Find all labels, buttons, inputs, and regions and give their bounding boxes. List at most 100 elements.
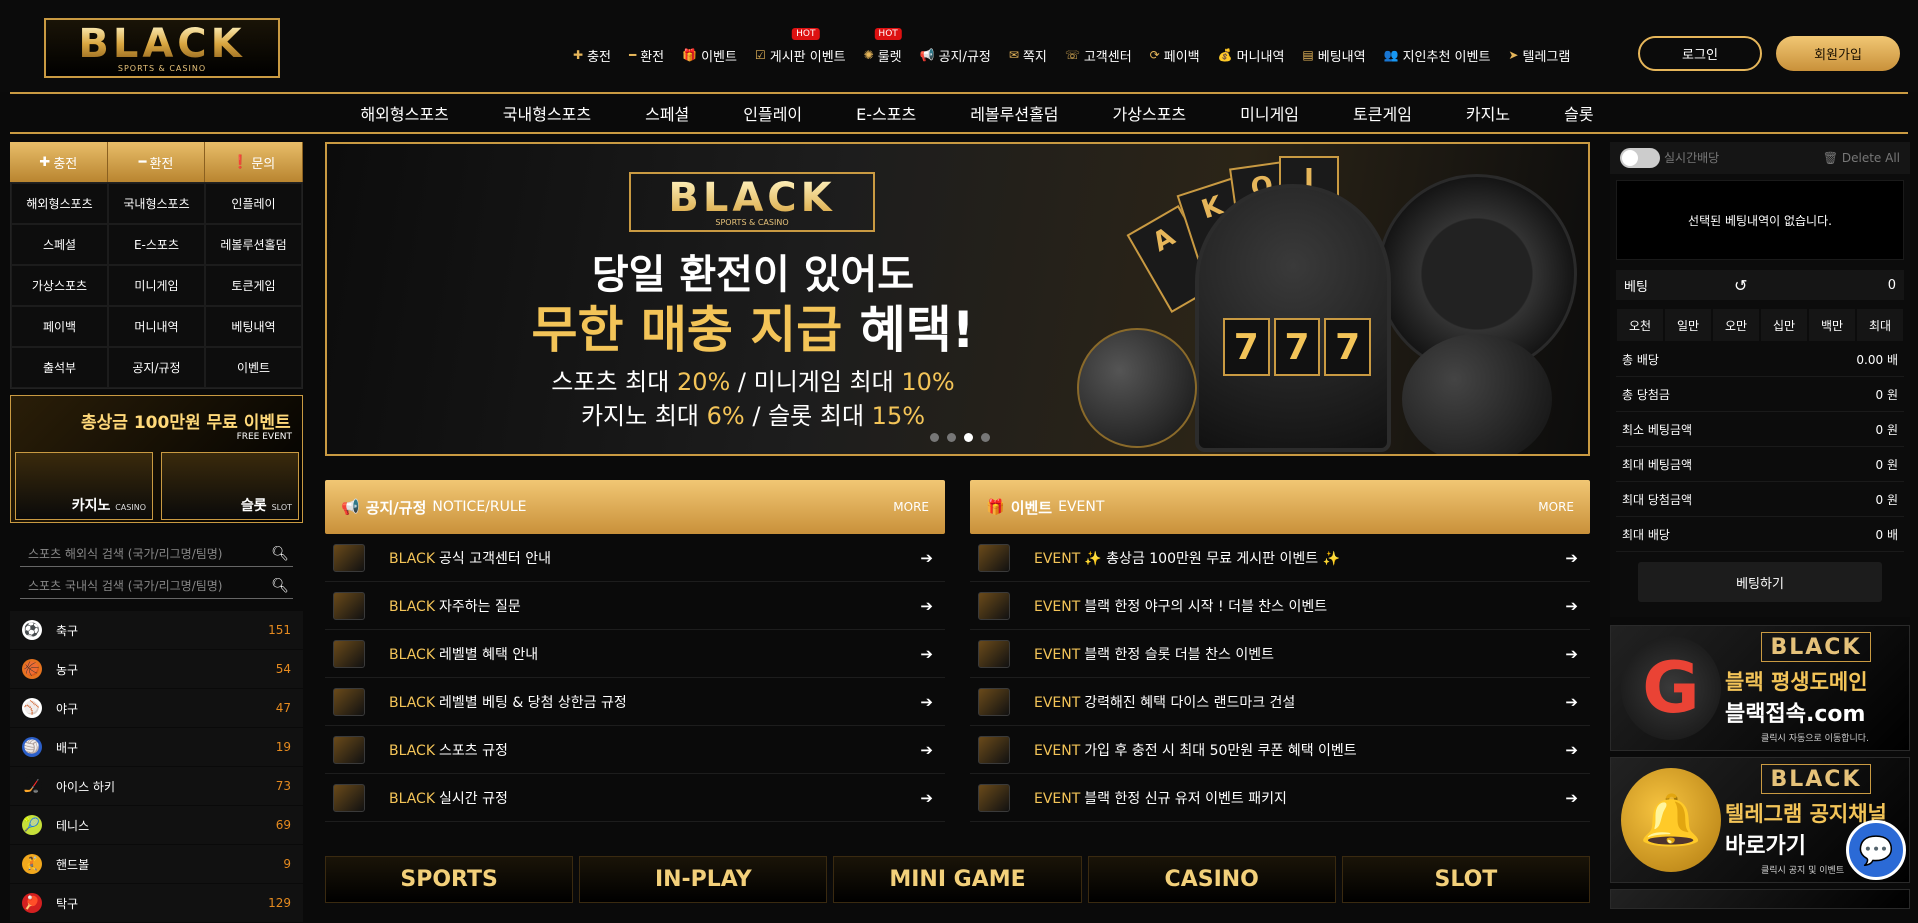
game-category-tile[interactable]: SPORTS (325, 856, 574, 903)
login-button[interactable]: 로그인 (1638, 36, 1762, 71)
sidebar-menu-item[interactable]: 머니내역 (108, 306, 205, 347)
main-nav-item[interactable]: 슬롯 (1537, 101, 1620, 125)
notice-row[interactable]: BLACK 레벨별 혜택 안내 ➔ (325, 630, 945, 678)
bet-chip-button[interactable]: 일만 (1664, 308, 1712, 342)
arrow-right-icon[interactable]: ➔ (1565, 789, 1578, 807)
main-nav-item[interactable]: 스페셜 (618, 101, 716, 125)
sidebar-menu-item[interactable]: 공지/규정 (108, 347, 205, 388)
bet-chip-button[interactable]: 백만 (1808, 308, 1856, 342)
search-icon[interactable]: 🔍︎ (271, 546, 289, 562)
sidebar-menu-item[interactable]: 이벤트 (205, 347, 302, 388)
sidebar-menu-item[interactable]: 레볼루션홀덤 (205, 224, 302, 265)
arrow-right-icon[interactable]: ➔ (1565, 549, 1578, 567)
event-row[interactable]: EVENT 블랙 한정 신규 유저 이벤트 패키지 ➔ (970, 774, 1590, 822)
main-nav-item[interactable]: E-스포츠 (829, 101, 943, 125)
sidebar-menu-item[interactable]: 스페셜 (11, 224, 108, 265)
search-domestic-input[interactable]: 스포츠 국내식 검색 (국가/리그명/팀명) 🔍︎ (20, 573, 293, 599)
arrow-right-icon[interactable]: ➔ (920, 789, 933, 807)
nav-item[interactable]: ━ 환전 (620, 44, 673, 66)
live-odds-toggle[interactable] (1620, 148, 1660, 168)
place-bet-button[interactable]: 베팅하기 (1638, 562, 1882, 602)
arrow-right-icon[interactable]: ➔ (920, 549, 933, 567)
nav-item[interactable]: ✉ 쪽지 (1000, 44, 1056, 66)
arrow-right-icon[interactable]: ➔ (920, 597, 933, 615)
sport-item[interactable]: 🏐 배구 19 (10, 728, 303, 767)
nav-item[interactable]: 🎁 이벤트 (673, 44, 746, 66)
notice-row[interactable]: BLACK 자주하는 질문 ➔ (325, 582, 945, 630)
sidebar-menu-item[interactable]: 페이백 (11, 306, 108, 347)
quick-button[interactable]: ✚ 충전 (10, 142, 108, 182)
carousel-dot[interactable] (930, 433, 939, 442)
domain-banner[interactable]: G BLACK 블랙 평생도메인 블랙접속.com 클릭시 자동으로 이동합니다… (1610, 625, 1910, 751)
sport-item[interactable]: 🎾 테니스 69 (10, 806, 303, 845)
event-row[interactable]: EVENT 블랙 한정 야구의 시작 ! 더블 찬스 이벤트 ➔ (970, 582, 1590, 630)
main-nav-item[interactable]: 카지노 (1439, 101, 1537, 125)
arrow-right-icon[interactable]: ➔ (1565, 693, 1578, 711)
sidebar-menu-item[interactable]: 해외형스포츠 (11, 183, 108, 224)
bet-amount-input[interactable]: 0 (1747, 278, 1896, 293)
main-banner[interactable]: BLACK SPORTS & CASINO 당일 환전이 있어도 무한 매충 지… (325, 142, 1590, 456)
sidebar-menu-item[interactable]: 출석부 (11, 347, 108, 388)
search-overseas-input[interactable]: 스포츠 해외식 검색 (국가/리그명/팀명) 🔍︎ (20, 541, 293, 567)
nav-item[interactable]: 💰 머니내역 (1209, 44, 1294, 66)
reset-icon[interactable]: ↺ (1734, 276, 1747, 295)
arrow-right-icon[interactable]: ➔ (1565, 741, 1578, 759)
main-nav-item[interactable]: 해외형스포츠 (333, 101, 475, 125)
event-row[interactable]: EVENT 강력해진 혜택 다이스 랜드마크 건설 ➔ (970, 678, 1590, 726)
main-nav-item[interactable]: 국내형스포츠 (476, 101, 618, 125)
nav-item[interactable]: 👥 지인추천 이벤트 (1375, 44, 1500, 66)
bet-chip-button[interactable]: 오만 (1712, 308, 1760, 342)
sidebar-menu-item[interactable]: E-스포츠 (108, 224, 205, 265)
main-nav-item[interactable]: 가상스포츠 (1086, 101, 1214, 125)
arrow-right-icon[interactable]: ➔ (920, 645, 933, 663)
arrow-right-icon[interactable]: ➔ (920, 741, 933, 759)
delete-all-button[interactable]: 🗑 Delete All (1823, 151, 1900, 165)
sidebar-menu-item[interactable]: 토큰게임 (205, 265, 302, 306)
sport-item[interactable]: 🏓 탁구 129 (10, 884, 303, 923)
sport-item[interactable]: 🏒 아이스 하키 73 (10, 767, 303, 806)
carousel-dot[interactable] (981, 433, 990, 442)
sidebar-menu-item[interactable]: 베팅내역 (205, 306, 302, 347)
notice-more-link[interactable]: MORE (893, 500, 929, 514)
promo-slot-card[interactable]: 슬롯 SLOT (161, 452, 299, 520)
event-row[interactable]: EVENT ✨ 총상금 100만원 무료 게시판 이벤트 ✨ ➔ (970, 534, 1590, 582)
sport-item[interactable]: 🏀 농구 54 (10, 650, 303, 689)
game-category-tile[interactable]: IN-PLAY (579, 856, 828, 903)
nav-item[interactable]: ☑ 게시판 이벤트 HOT (746, 28, 855, 66)
site-logo[interactable]: BLACK SPORTS & CASINO (44, 18, 280, 78)
game-category-tile[interactable]: MINI GAME (833, 856, 1082, 903)
main-nav-item[interactable]: 토큰게임 (1326, 101, 1439, 125)
carousel-dot[interactable] (947, 433, 956, 442)
live-chat-button[interactable]: 💬 (1846, 820, 1906, 880)
bet-chip-button[interactable]: 십만 (1760, 308, 1808, 342)
event-row[interactable]: EVENT 가입 후 충전 시 최대 50만원 쿠폰 혜택 이벤트 ➔ (970, 726, 1590, 774)
arrow-right-icon[interactable]: ➔ (1565, 645, 1578, 663)
sidebar-menu-item[interactable]: 가상스포츠 (11, 265, 108, 306)
join-button[interactable]: 회원가입 (1776, 36, 1900, 71)
nav-item[interactable]: ✺ 룰렛 HOT (855, 28, 911, 66)
sport-item[interactable]: ⚾ 야구 47 (10, 689, 303, 728)
nav-item[interactable]: ➤ 텔레그램 (1499, 44, 1579, 66)
sport-item[interactable]: 🤾 핸드볼 9 (10, 845, 303, 884)
banner-partial[interactable] (1610, 889, 1910, 909)
bet-chip-button[interactable]: 최대 (1856, 308, 1904, 342)
arrow-right-icon[interactable]: ➔ (920, 693, 933, 711)
nav-item[interactable]: ▤ 베팅내역 (1293, 44, 1374, 66)
notice-row[interactable]: BLACK 공식 고객센터 안내 ➔ (325, 534, 945, 582)
main-nav-item[interactable]: 레볼루션홀덤 (943, 101, 1085, 125)
nav-item[interactable]: ✚ 충전 (564, 44, 620, 66)
main-nav-item[interactable]: 인플레이 (716, 101, 829, 125)
promo-banner[interactable]: 총상금 100만원 무료 이벤트 FREE EVENT 카지노 CASINO 슬… (10, 395, 303, 523)
sport-item[interactable]: ⚽ 축구 151 (10, 611, 303, 650)
quick-button[interactable]: ❗ 문의 (205, 142, 304, 182)
search-icon[interactable]: 🔍︎ (271, 578, 289, 594)
sidebar-menu-item[interactable]: 미니게임 (108, 265, 205, 306)
sidebar-menu-item[interactable]: 인플레이 (205, 183, 302, 224)
nav-item[interactable]: ☏ 고객센터 (1056, 44, 1141, 66)
sidebar-menu-item[interactable]: 국내형스포츠 (108, 183, 205, 224)
arrow-right-icon[interactable]: ➔ (1565, 597, 1578, 615)
notice-row[interactable]: BLACK 실시간 규정 ➔ (325, 774, 945, 822)
game-category-tile[interactable]: CASINO (1087, 856, 1336, 903)
nav-item[interactable]: 📢 공지/규정 (911, 44, 1000, 66)
quick-button[interactable]: ━ 환전 (107, 142, 206, 182)
